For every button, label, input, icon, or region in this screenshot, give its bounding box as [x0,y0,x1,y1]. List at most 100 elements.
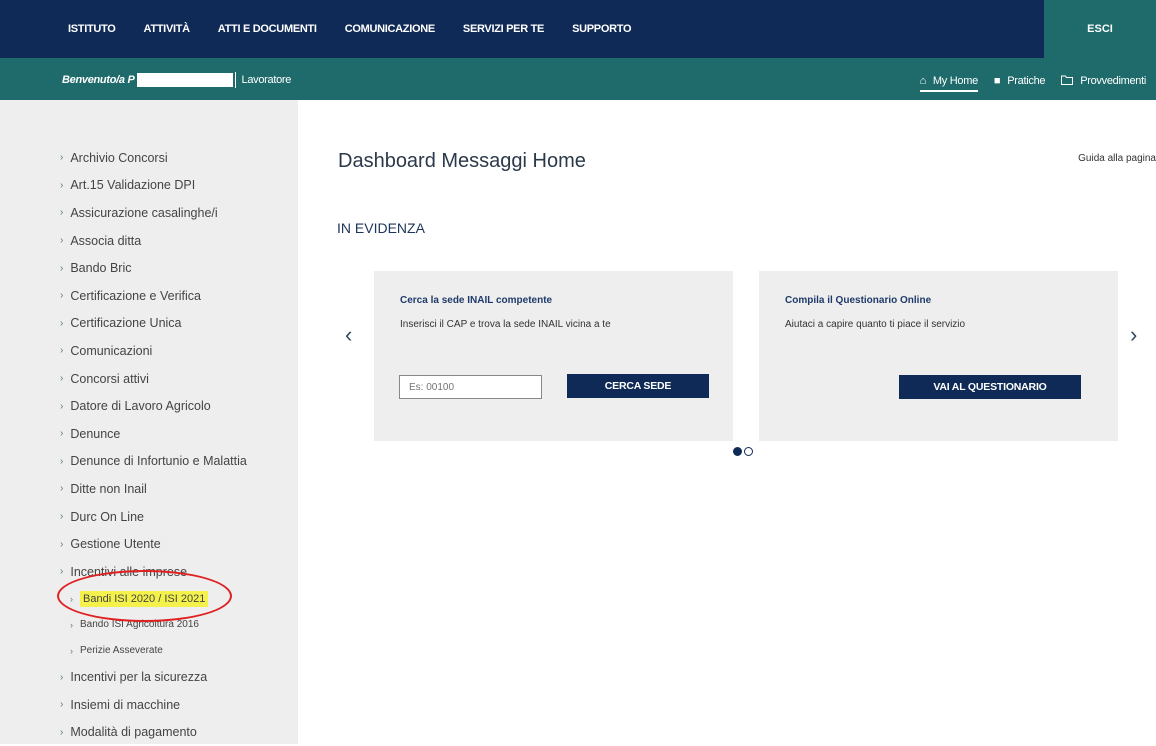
document-icon: ■ [993,75,1001,87]
sidebar-item-denunce[interactable]: › Denunce [60,420,247,448]
sidebar-item-label: Incentivi per la sicurezza [70,670,208,685]
chevron-right-icon: › [60,235,64,247]
sidebar-item-incentivi-imprese[interactable]: › Incentivi alle imprese [60,558,247,586]
card-text: Inserisci il CAP e trova la sede INAIL v… [400,319,611,330]
sidebar-item-label: Archivio Concorsi [70,150,168,165]
sidebar-item-associa-ditta[interactable]: › Associa ditta [60,227,247,255]
divider [234,72,236,88]
chevron-right-icon: › [60,152,64,164]
sidebar-item-assicurazione-casalinghe[interactable]: › Assicurazione casalinghe/i [60,199,247,227]
welcome-greeting: Benvenuto/a P Lavoratore [62,72,291,88]
sidebar-item-incentivi-sicurezza[interactable]: › Incentivi per la sicurezza [60,664,247,692]
sidebar-item-certificazione-verifica[interactable]: › Certificazione e Verifica [60,282,247,310]
carousel-dot-2[interactable] [744,447,753,456]
sidebar-item-certificazione-unica[interactable]: › Certificazione Unica [60,310,247,338]
sidebar: › Archivio Concorsi › Art.15 Validazione D… [0,100,298,744]
sidebar-item-label: Denunce di Infortunio e Malattia [70,454,247,469]
sidebar-item-art15-validazione-dpi[interactable]: › Art.15 Validazione DPI [60,172,247,200]
chevron-right-icon: › [60,671,64,683]
sidebar-item-label: Incentivi alle imprese [70,564,188,579]
card-title: Cerca la sede INAIL competente [400,295,553,306]
sidebar-subitem-bandi-isi[interactable]: › Bandi ISI 2020 / ISI 2021 [60,586,247,612]
user-role: Lavoratore [241,74,292,86]
chevron-right-icon: › [60,207,64,219]
sidebar-item-insiemi-macchine[interactable]: › Insiemi di macchine [60,691,247,719]
sidebar-item-label: Bandi ISI 2020 / ISI 2021 [80,590,209,607]
sidebar-item-label: Ditte non Inail [70,481,147,496]
nav-supporto[interactable]: SUPPORTO [572,23,631,35]
sidebar-item-datore-lavoro-agricolo[interactable]: › Datore di Lavoro Agricolo [60,392,247,420]
welcome-bar: Benvenuto/a P Lavoratore ⌂ My Home ■ Pra… [0,58,1156,100]
pratiche-link[interactable]: ■ Pratiche [993,75,1046,87]
sidebar-item-label: Bando ISI Agricoltura 2016 [80,619,199,630]
sidebar-item-label: Certificazione e Verifica [70,288,201,303]
sidebar-item-ditte-non-inail[interactable]: › Ditte non Inail [60,475,247,503]
sidebar-item-label: Durc On Line [70,509,144,524]
cerca-sede-button[interactable]: CERCA SEDE [567,374,709,398]
carousel-prev-button[interactable]: ‹ [345,322,352,348]
sidebar-item-label: Art.15 Validazione DPI [70,178,196,193]
card-cerca-sede: Cerca la sede INAIL competente Inserisci… [374,271,733,441]
chevron-right-icon: › [60,262,64,274]
nav-atti-e-documenti[interactable]: ATTI E DOCUMENTI [218,23,317,35]
redacted-username [136,73,233,87]
card-title: Compila il Questionario Online [785,295,932,306]
chevron-right-icon: › [60,538,64,550]
top-navbar: ISTITUTO ATTIVITÀ ATTI E DOCUMENTI COMUN… [0,0,1156,58]
chevron-right-icon: › [60,179,64,191]
sidebar-item-archivio-concorsi[interactable]: › Archivio Concorsi [60,144,247,172]
chevron-right-icon: › [70,645,73,656]
carousel-dot-1[interactable] [733,447,742,456]
sidebar-item-concorsi-attivi[interactable]: › Concorsi attivi [60,365,247,393]
chevron-right-icon: › [60,290,64,302]
provvedimenti-link[interactable]: Provvedimenti [1061,75,1146,88]
carousel-indicators [733,447,755,456]
sidebar-item-label: Datore di Lavoro Agricolo [70,399,211,414]
chevron-right-icon: › [60,566,64,578]
card-text: Aiutaci a capire quanto ti piace il serv… [785,319,966,330]
chevron-right-icon: › [60,373,64,385]
questionario-button[interactable]: VAI AL QUESTIONARIO [899,375,1081,399]
sidebar-item-durc-on-line[interactable]: › Durc On Line [60,503,247,531]
chevron-right-icon: › [60,483,64,495]
sidebar-item-denunce-infortunio-malattia[interactable]: › Denunce di Infortunio e Malattia [60,448,247,476]
guide-link[interactable]: Guida alla pagina [1078,153,1156,164]
cap-input[interactable] [399,375,542,399]
main-nav: ISTITUTO ATTIVITÀ ATTI E DOCUMENTI COMUN… [68,0,659,58]
sidebar-subitem-bando-isi-agricoltura[interactable]: › Bando ISI Agricoltura 2016 [60,612,247,638]
chevron-right-icon: › [60,726,64,738]
home-icon: ⌂ [919,75,927,87]
my-home-label: My Home [932,75,978,87]
chevron-right-icon: › [70,593,73,604]
sidebar-item-label: Associa ditta [70,233,142,248]
sidebar-subitem-perizie-asseverate[interactable]: › Perizie Asseverate [60,638,247,664]
chevron-right-icon: › [60,428,64,440]
my-home-link[interactable]: ⌂ My Home [919,75,978,92]
page-title: Dashboard Messaggi Home [338,150,586,172]
card-questionario: Compila il Questionario Online Aiutaci a… [759,271,1118,441]
chevron-right-icon: › [60,317,64,329]
sidebar-item-label: Perizie Asseverate [80,645,163,656]
chevron-right-icon: › [70,619,73,630]
sidebar-item-comunicazioni[interactable]: › Comunicazioni [60,337,247,365]
sidebar-item-gestione-utente[interactable]: › Gestione Utente [60,530,247,558]
nav-attivita[interactable]: ATTIVITÀ [144,23,191,35]
sidebar-item-bando-bric[interactable]: › Bando Bric [60,254,247,282]
nav-comunicazione[interactable]: COMUNICAZIONE [345,23,436,35]
provvedimenti-label: Provvedimenti [1080,75,1146,87]
sidebar-item-label: Comunicazioni [70,343,153,358]
sidebar-item-label: Modalità di pagamento [70,725,197,740]
logout-button[interactable]: ESCI [1044,0,1156,58]
sidebar-item-label: Denunce [70,426,121,441]
sidebar-menu: › Archivio Concorsi › Art.15 Validazione D… [60,144,247,746]
sidebar-item-label: Assicurazione casalinghe/i [70,205,218,220]
user-nav: ⌂ My Home ■ Pratiche Provvedimenti [904,70,1146,92]
nav-istituto[interactable]: ISTITUTO [68,23,116,35]
section-heading: IN EVIDENZA [337,220,425,236]
nav-servizi-per-te[interactable]: SERVIZI PER TE [463,23,544,35]
sidebar-item-label: Gestione Utente [70,537,161,552]
chevron-right-icon: › [60,699,64,711]
carousel-next-button[interactable]: › [1130,322,1137,348]
sidebar-item-modalita-pagamento[interactable]: › Modalità di pagamento [60,719,247,746]
greeting-text: Benvenuto/a P [62,74,135,86]
